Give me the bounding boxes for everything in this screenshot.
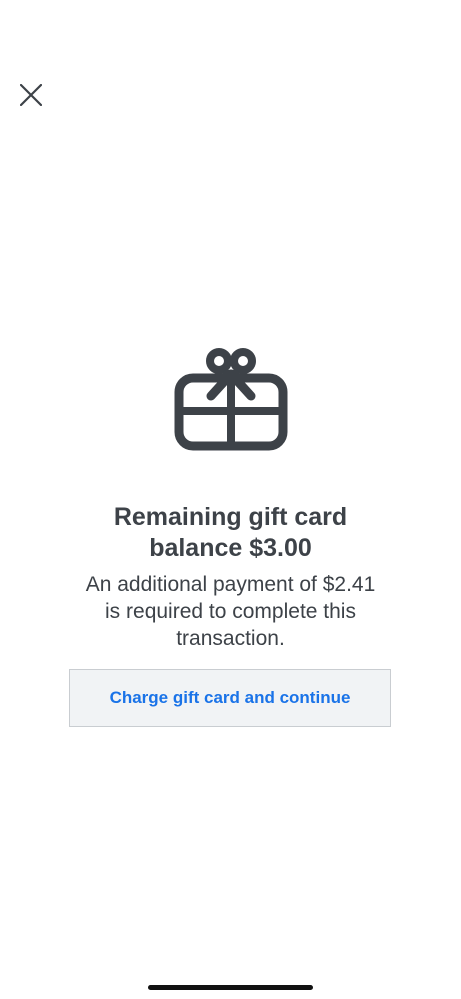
balance-title-line-1: Remaining gift card: [113, 503, 348, 531]
gift-icon: [174, 348, 288, 451]
close-icon: [20, 84, 42, 106]
payment-message-line-3: transaction.: [176, 627, 285, 650]
payment-message: An additional payment of $2.41 is requir…: [0, 571, 461, 652]
payment-message-line-1: An additional payment of $2.41: [85, 573, 376, 596]
home-indicator[interactable]: [148, 985, 313, 990]
close-button[interactable]: [14, 78, 48, 112]
payment-message-line-2: is required to complete this: [105, 600, 356, 623]
charge-gift-card-button[interactable]: Charge gift card and continue: [69, 669, 391, 727]
balance-title: Remaining gift card balance $3.00: [0, 502, 461, 564]
charge-gift-card-button-label: Charge gift card and continue: [109, 688, 351, 707]
balance-title-line-2: balance $3.00: [149, 534, 312, 562]
